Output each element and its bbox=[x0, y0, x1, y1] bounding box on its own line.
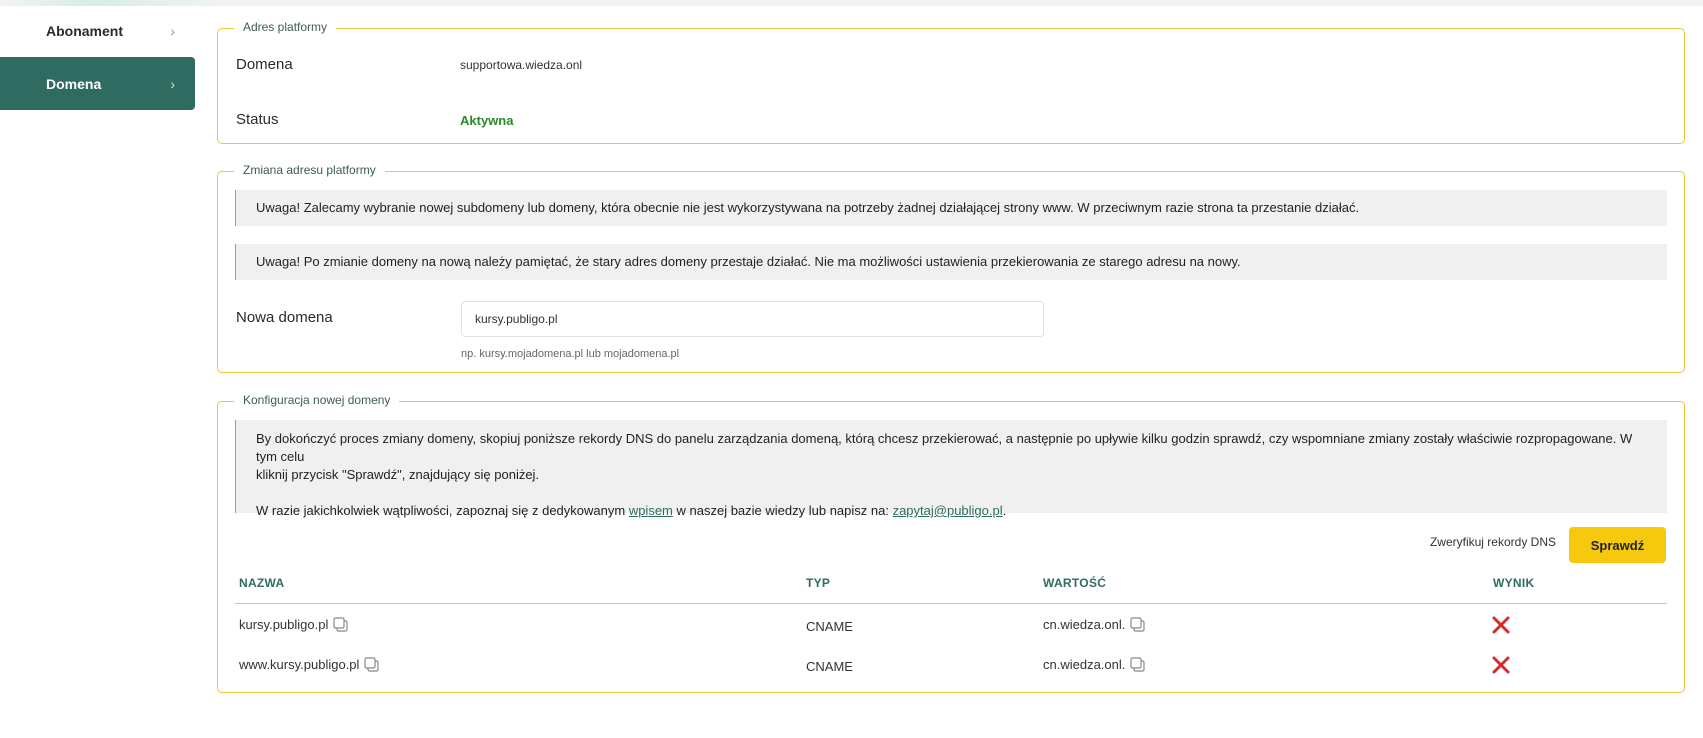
info-doubt-prefix: W razie jakichkolwiek wątpliwości, zapoz… bbox=[256, 503, 629, 518]
notice-text: Uwaga! Zalecamy wybranie nowej subdomeny… bbox=[256, 200, 1360, 215]
copy-icon[interactable] bbox=[363, 656, 380, 673]
chevron-right-icon: › bbox=[170, 75, 175, 92]
fail-cross-icon bbox=[1492, 656, 1510, 674]
record-name-cell: kursy.publigo.pl bbox=[239, 616, 349, 633]
status-label: Status bbox=[236, 111, 279, 128]
check-dns-button[interactable]: Sprawdź bbox=[1569, 527, 1666, 563]
section-legend: Adres platformy bbox=[234, 20, 337, 34]
column-header-type: TYP bbox=[806, 576, 831, 590]
info-doubt-suffix: . bbox=[1002, 503, 1007, 518]
chevron-right-icon: › bbox=[170, 22, 175, 39]
dns-info-notice: By dokończyć proces zmiany domeny, skopi… bbox=[235, 420, 1667, 518]
info-line-1: By dokończyć proces zmiany domeny, skopi… bbox=[256, 431, 1633, 464]
notice-text: Uwaga! Po zmianie domeny na nową należy … bbox=[256, 254, 1241, 269]
record-value: cn.wiedza.onl. bbox=[1043, 657, 1126, 672]
new-domain-input[interactable] bbox=[461, 301, 1044, 337]
record-name: www.kursy.publigo.pl bbox=[239, 657, 360, 672]
domain-value: supportowa.wiedza.onl bbox=[460, 58, 583, 72]
warning-notice-subdomain: Uwaga! Zalecamy wybranie nowej subdomeny… bbox=[235, 190, 1667, 226]
sidebar-item-domena[interactable]: Domena › bbox=[0, 57, 195, 110]
column-header-value: WARTOŚĆ bbox=[1043, 576, 1107, 590]
sidebar-item-label: Domena bbox=[46, 75, 102, 92]
knowledge-base-link[interactable]: wpisem bbox=[629, 503, 673, 518]
info-doubt-middle: w naszej bazie wiedzy lub napisz na: bbox=[672, 503, 893, 518]
copy-icon[interactable] bbox=[332, 616, 349, 633]
record-name-cell: www.kursy.publigo.pl bbox=[239, 656, 380, 673]
new-domain-hint: np. kursy.mojadomena.pl lub mojadomena.p… bbox=[461, 348, 680, 360]
column-header-name: NAZWA bbox=[239, 576, 285, 590]
fail-cross-icon bbox=[1492, 616, 1510, 634]
verify-dns-label: Zweryfikuj rekordy DNS bbox=[1429, 535, 1556, 549]
change-address-section: Zmiana adresu platformy Uwaga! Zalecamy … bbox=[217, 163, 1685, 373]
record-type: CNAME bbox=[806, 659, 853, 674]
copy-icon[interactable] bbox=[1129, 656, 1146, 673]
section-legend: Konfiguracja nowej domeny bbox=[234, 393, 400, 407]
settings-sidebar: Abonament › Domena › bbox=[0, 6, 195, 112]
platform-address-section: Adres platformy Domena supportowa.wiedza… bbox=[217, 20, 1685, 144]
new-domain-label: Nowa domena bbox=[236, 309, 333, 326]
domain-config-section: Konfiguracja nowej domeny By dokończyć p… bbox=[217, 393, 1685, 693]
notice-text: By dokończyć proces zmiany domeny, skopi… bbox=[236, 430, 1667, 484]
record-value-cell: cn.wiedza.onl. bbox=[1043, 656, 1146, 673]
column-header-result: WYNIK bbox=[1493, 576, 1535, 590]
warning-notice-redirect: Uwaga! Po zmianie domeny na nową należy … bbox=[235, 244, 1667, 280]
support-email-link[interactable]: zapytaj@publigo.pl bbox=[893, 503, 1003, 518]
status-badge: Aktywna bbox=[460, 113, 514, 128]
top-band bbox=[0, 0, 1703, 6]
record-value-cell: cn.wiedza.onl. bbox=[1043, 616, 1146, 633]
record-type: CNAME bbox=[806, 619, 853, 634]
section-legend: Zmiana adresu platformy bbox=[234, 163, 385, 177]
domain-label: Domena bbox=[236, 56, 293, 73]
notice-text-help: W razie jakichkolwiek wątpliwości, zapoz… bbox=[236, 502, 1667, 520]
copy-icon[interactable] bbox=[1129, 616, 1146, 633]
sidebar-item-label: Abonament bbox=[46, 22, 123, 39]
table-header-divider bbox=[235, 603, 1667, 604]
record-name: kursy.publigo.pl bbox=[239, 617, 329, 632]
info-line-2: kliknij przycisk "Sprawdź", znajdujący s… bbox=[256, 467, 540, 482]
record-value: cn.wiedza.onl. bbox=[1043, 617, 1126, 632]
sidebar-item-abonament[interactable]: Abonament › bbox=[0, 6, 195, 55]
